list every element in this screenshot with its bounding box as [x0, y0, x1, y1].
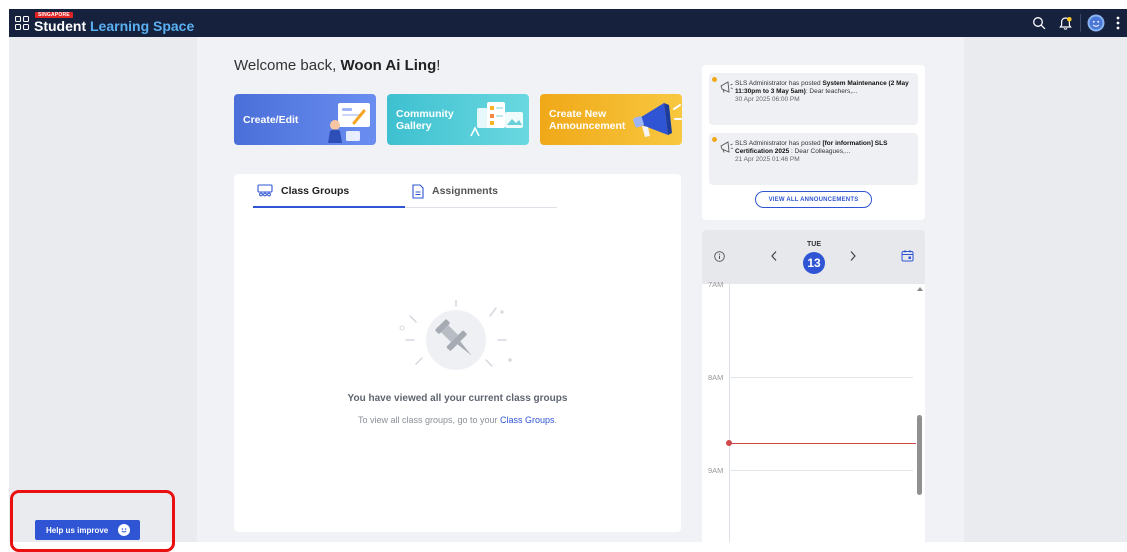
avatar[interactable] — [1083, 9, 1109, 37]
tab-active-indicator — [253, 206, 405, 208]
empty-sub-suffix: . — [554, 415, 558, 425]
left-gutter — [9, 37, 197, 542]
unread-dot — [712, 137, 717, 142]
logo-word-student: Student — [34, 18, 87, 34]
announcement-lead: SLS Administrator has posted — [735, 80, 823, 87]
create-announcement-card[interactable]: Create New Announcement — [540, 94, 682, 145]
notifications-button[interactable] — [1052, 9, 1078, 37]
announcement-text: SLS Administrator has posted System Main… — [735, 80, 913, 103]
calendar-today-icon[interactable] — [901, 249, 914, 262]
calendar-timeline[interactable]: 7AM 8AM 9AM — [702, 280, 925, 542]
app-frame: SINGAPORE Student Learning Space Welcome… — [9, 9, 1127, 542]
time-label-7am: 7AM — [708, 280, 724, 289]
welcome-heading: Welcome back, Woon Ai Ling! — [234, 57, 440, 74]
info-icon[interactable] — [714, 251, 725, 262]
time-label-8am: 8AM — [708, 373, 724, 382]
empty-state-title: You have viewed all your current class g… — [347, 393, 568, 404]
announcement-item[interactable]: SLS Administrator has posted [for inform… — [709, 133, 918, 185]
document-icon — [412, 183, 424, 199]
search-icon — [1033, 17, 1046, 30]
calendar-current-date[interactable]: 13 — [803, 252, 825, 274]
chevron-right-icon[interactable] — [849, 250, 857, 262]
current-time-dot — [726, 440, 732, 446]
empty-state-subtitle: To view all class groups, go to your Cla… — [234, 415, 681, 425]
announcement-snippet: : Dear teachers,... — [805, 87, 858, 95]
top-right-actions — [1026, 9, 1127, 37]
top-divider — [1080, 14, 1081, 32]
calendar-panel: TUE 13 7AM 8AM 9AM — [702, 230, 925, 542]
gallery-illustration — [470, 102, 523, 137]
announcement-date: 30 Apr 2025 06:00 PM — [735, 95, 800, 103]
community-gallery-card[interactable]: Community Gallery — [387, 94, 529, 145]
highlight-annotation-box — [10, 490, 175, 552]
megaphone-illustration — [633, 103, 682, 137]
app-logo[interactable]: Student Learning Space — [34, 18, 194, 34]
class-groups-panel: Class Groups Assignments You have viewed… — [234, 174, 681, 532]
welcome-prefix: Welcome back, — [234, 57, 341, 74]
unread-dot — [712, 77, 717, 82]
hour-line — [729, 470, 913, 471]
user-name: Woon Ai Ling — [340, 57, 437, 74]
class-groups-link[interactable]: Class Groups — [500, 415, 555, 425]
tab-class-groups-label: Class Groups — [281, 185, 350, 197]
announcement-item[interactable]: SLS Administrator has posted System Main… — [709, 73, 918, 125]
tab-assignments[interactable]: Assignments — [405, 174, 557, 208]
announcement-text: SLS Administrator has posted [for inform… — [735, 140, 913, 163]
top-bar: SINGAPORE Student Learning Space — [9, 9, 1127, 37]
announcements-panel: SLS Administrator has posted System Main… — [702, 65, 925, 220]
calendar-header: TUE 13 — [702, 230, 925, 284]
hour-line — [729, 377, 913, 378]
announcement-date: 21 Apr 2025 01:46 PM — [735, 155, 800, 163]
class-groups-icon — [257, 184, 273, 197]
main-content: Welcome back, Woon Ai Ling! Create/Edit … — [197, 37, 964, 542]
timeline-axis — [729, 284, 730, 542]
empty-sub-prefix: To view all class groups, go to your — [357, 415, 501, 425]
megaphone-icon — [720, 141, 733, 153]
community-gallery-label: Community Gallery — [396, 108, 454, 132]
view-all-announcements-button[interactable]: VIEW ALL ANNOUNCEMENTS — [755, 191, 872, 208]
chevron-left-icon[interactable] — [770, 250, 778, 262]
bell-icon — [1058, 16, 1072, 30]
calendar-day-of-week: TUE — [807, 241, 821, 248]
more-menu-button[interactable] — [1109, 9, 1127, 37]
create-announcement-label: Create New Announcement — [549, 108, 626, 132]
create-edit-card[interactable]: Create/Edit — [234, 94, 376, 145]
tab-assignments-label: Assignments — [432, 185, 498, 197]
scroll-up-arrow[interactable] — [917, 287, 923, 291]
current-time-line — [729, 443, 916, 444]
time-label-9am: 9AM — [708, 466, 724, 475]
calendar-scrollbar-thumb[interactable] — [917, 415, 922, 495]
megaphone-icon — [720, 81, 733, 93]
announcement-lead: SLS Administrator has posted — [735, 140, 823, 147]
grid-icon[interactable] — [15, 16, 29, 30]
more-vertical-icon — [1116, 16, 1120, 30]
logo-word-learning-space: Learning Space — [90, 18, 195, 34]
right-gutter — [964, 37, 1127, 542]
whiteboard-illustration — [328, 103, 370, 143]
avatar-icon — [1087, 14, 1105, 32]
pushpin-illustration — [399, 300, 512, 370]
announcement-snippet: : Dear Colleagues,... — [789, 147, 851, 155]
welcome-suffix: ! — [436, 57, 441, 74]
create-edit-label: Create/Edit — [243, 114, 299, 126]
search-button[interactable] — [1026, 9, 1052, 37]
tab-class-groups[interactable]: Class Groups — [253, 174, 405, 208]
